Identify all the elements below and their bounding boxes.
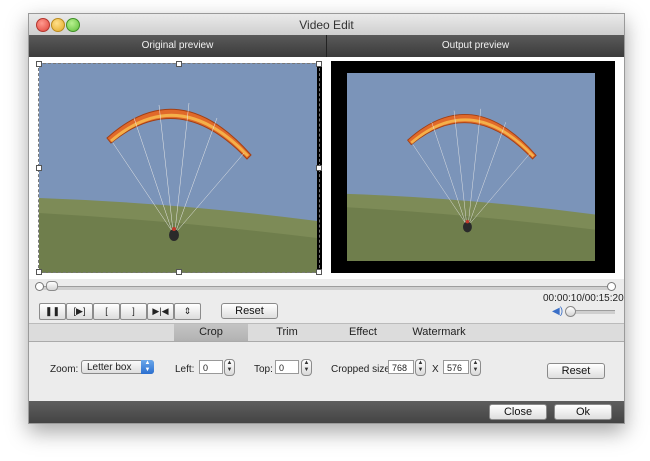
top-field[interactable]: 0	[275, 360, 299, 374]
window-title: Video Edit	[299, 18, 354, 32]
crop-frame[interactable]	[38, 63, 320, 273]
crop-handle-left[interactable]	[36, 165, 42, 171]
left-stepper[interactable]: ▲ ▼	[224, 359, 235, 376]
title-bar: Video Edit	[29, 14, 624, 36]
skip-end-button[interactable]: ▶|◀	[147, 303, 174, 320]
timeline-start-marker[interactable]	[35, 282, 44, 291]
size-separator: X	[432, 364, 439, 375]
preview-header: Original preview Output preview	[29, 35, 624, 57]
time-readout: 00:00:10/00:15:20	[543, 293, 624, 304]
cropped-size-label: Cropped size:	[331, 364, 393, 375]
ok-button[interactable]: Ok	[554, 404, 612, 420]
timeline-row	[29, 279, 624, 295]
zoom-label: Zoom:	[50, 364, 79, 375]
tab-watermark[interactable]: Watermark	[402, 324, 476, 341]
left-field[interactable]: 0	[199, 360, 223, 374]
height-stepper[interactable]: ▲ ▼	[470, 359, 481, 376]
play-frame-icon: [▶]	[73, 306, 86, 316]
cropped-height-field[interactable]: 576	[443, 360, 469, 374]
crop-reset-button[interactable]: Reset	[547, 363, 605, 379]
pause-button[interactable]: ❚❚	[39, 303, 66, 320]
tab-trim[interactable]: Trim	[250, 324, 324, 341]
paraglider-scene-output	[347, 73, 595, 261]
crop-handle-bottom-left[interactable]	[36, 269, 42, 275]
tab-effect[interactable]: Effect	[326, 324, 400, 341]
crop-handle-top-left[interactable]	[36, 61, 42, 67]
next-frame-button[interactable]: [▶]	[66, 303, 93, 320]
output-video-frame	[331, 61, 615, 273]
split-icon: ⇕	[183, 306, 192, 316]
volume-icon[interactable]: ◀)	[552, 306, 563, 317]
tab-bar: Crop Trim Effect Watermark	[29, 323, 624, 342]
preview-area	[29, 57, 624, 279]
chevron-updown-icon[interactable]: ▲ ▼	[141, 360, 154, 374]
output-preview-label: Output preview	[441, 40, 510, 51]
skip-to-end-icon: ▶|◀	[152, 306, 169, 316]
timeline-track[interactable]	[40, 286, 611, 290]
timeline-end-marker[interactable]	[607, 282, 616, 291]
mark-out-button[interactable]: ]	[120, 303, 147, 320]
pause-icon: ❚❚	[44, 306, 61, 316]
preview-reset-button[interactable]: Reset	[221, 303, 278, 319]
top-label: Top:	[254, 364, 273, 375]
width-stepper[interactable]: ▲ ▼	[415, 359, 426, 376]
crop-handle-top[interactable]	[176, 61, 182, 67]
close-button[interactable]: Close	[489, 404, 547, 420]
top-stepper[interactable]: ▲ ▼	[301, 359, 312, 376]
crop-handle-top-right[interactable]	[316, 61, 322, 67]
crop-handle-bottom[interactable]	[176, 269, 182, 275]
timeline-playhead[interactable]	[46, 281, 58, 291]
original-preview-label: Original preview	[141, 40, 214, 51]
tab-crop[interactable]: Crop	[174, 324, 248, 341]
left-label: Left:	[175, 364, 195, 375]
crop-handle-right[interactable]	[316, 165, 322, 171]
split-button[interactable]: ⇕	[174, 303, 201, 320]
volume-knob[interactable]	[565, 306, 576, 317]
mark-in-button[interactable]: [	[93, 303, 120, 320]
crop-handle-bottom-right[interactable]	[316, 269, 322, 275]
cropped-width-field[interactable]: 768	[388, 360, 414, 374]
video-edit-window: Video Edit Original preview Output previ…	[28, 13, 625, 424]
